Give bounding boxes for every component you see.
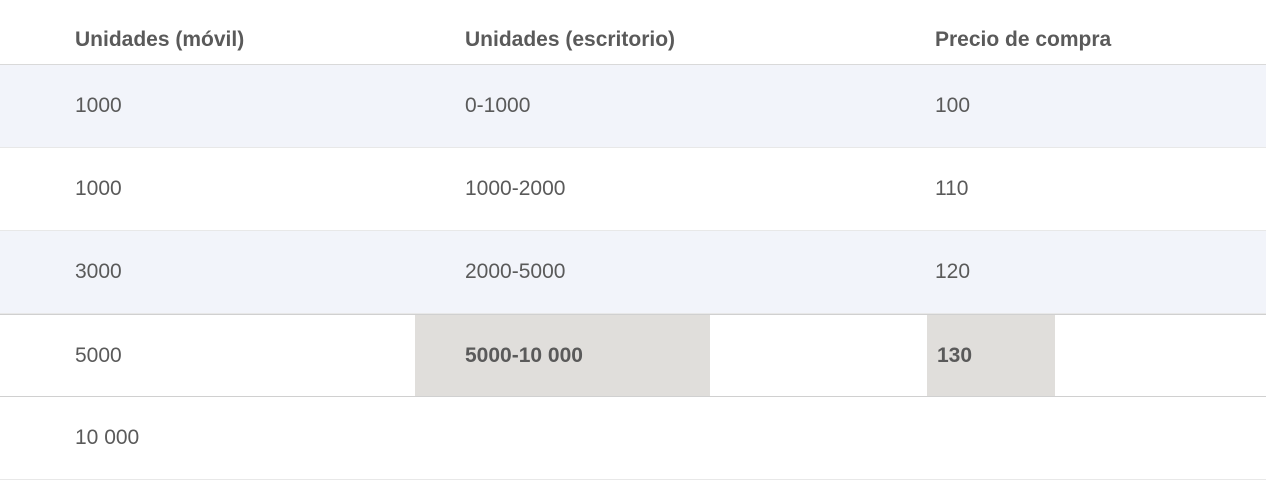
cell-gap: [1055, 315, 1266, 396]
cell-mobile: 1000: [0, 177, 455, 201]
cell-price: 120: [925, 260, 1266, 284]
cell-desktop: 1000-2000: [455, 177, 925, 201]
table-header: Unidades (móvil) Unidades (escritorio) P…: [0, 0, 1266, 65]
cell-desktop-highlight: 5000-10 000: [415, 315, 710, 396]
cell-mobile: 3000: [0, 260, 455, 284]
cell-gap: [710, 315, 927, 396]
table-row: 3000 2000-5000 120: [0, 231, 1266, 314]
cell-mobile-value: 5000: [75, 344, 122, 368]
cell-desktop-value: 5000-10 000: [465, 344, 583, 368]
cell-price: 100: [925, 94, 1266, 118]
cell-mobile: 1000: [0, 94, 455, 118]
cell-mobile: 10 000: [0, 426, 455, 450]
header-mobile-units: Unidades (móvil): [0, 28, 455, 52]
cell-price: 110: [925, 177, 1266, 201]
cell-price-value: 130: [937, 344, 972, 368]
table-row: 10 000: [0, 397, 1266, 480]
cell-desktop: 0-1000: [455, 94, 925, 118]
header-purchase-price: Precio de compra: [925, 28, 1266, 52]
cell-mobile: 5000: [0, 315, 415, 396]
cell-price-highlight: 130: [927, 315, 1055, 396]
cell-desktop: 2000-5000: [455, 260, 925, 284]
table-row: 1000 0-1000 100: [0, 65, 1266, 148]
header-desktop-units: Unidades (escritorio): [455, 28, 925, 52]
table-row: 1000 1000-2000 110: [0, 148, 1266, 231]
pricing-table: Unidades (móvil) Unidades (escritorio) P…: [0, 0, 1266, 480]
table-row-highlight: 5000 5000-10 000 130: [0, 314, 1266, 397]
